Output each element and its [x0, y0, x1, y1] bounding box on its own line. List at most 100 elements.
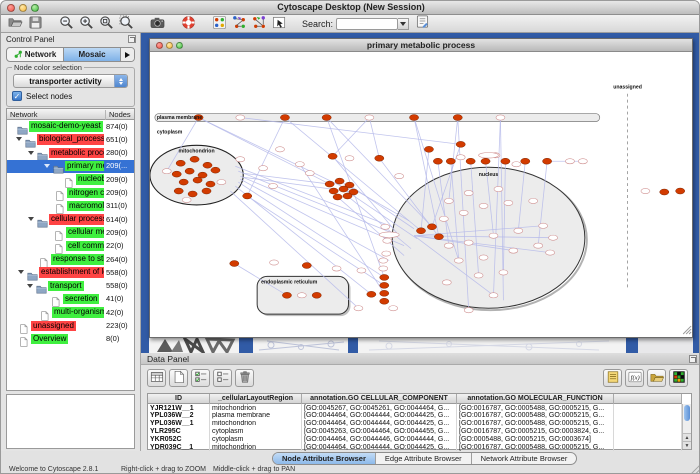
window-resize-grip[interactable] — [691, 465, 700, 474]
snapshot-camera-icon — [150, 15, 165, 33]
tab-edge-attribute-browser[interactable]: Edge Attribute Browser — [376, 453, 472, 464]
tab-node-attribute-browser[interactable]: Node Attribute Browser — [273, 453, 376, 464]
tree-expand-arrow-icon[interactable] — [18, 270, 24, 274]
tree-row-cellular-process[interactable]: cellular process614(0) — [7, 213, 134, 226]
tree-row-cellular-metabo[interactable]: cellular metabo209(0) — [7, 226, 134, 239]
tree-row-mosaic-demo-yeast[interactable]: mosaic-demo-yeast874(0) — [7, 120, 134, 133]
unselect-attributes-button[interactable] — [213, 369, 232, 387]
new-attribute-button[interactable] — [169, 369, 188, 387]
tree-row-metabolic-process[interactable]: metabolic process280(0) — [7, 147, 134, 160]
tree-expand-arrow-icon[interactable] — [28, 217, 34, 221]
import-attributes-button[interactable] — [647, 369, 666, 387]
tree-row-biological-process[interactable]: biological_process651(0) — [7, 133, 134, 146]
tree-expand-arrow-icon[interactable] — [28, 151, 34, 155]
tree-expand-arrow-icon[interactable] — [44, 164, 50, 168]
compartment-plasma-membrane — [155, 114, 600, 122]
tree-row-macromolecule[interactable]: macromolecule311(0) — [7, 200, 134, 213]
attribute-list-button[interactable] — [603, 369, 622, 387]
tree-row-nitrogen-compo[interactable]: nitrogen compo209(0) — [7, 187, 134, 200]
network-node-unselected — [565, 159, 574, 164]
tab-scroll-right-button[interactable] — [121, 48, 134, 61]
birdseye-view-panel[interactable] — [6, 394, 135, 449]
table-row[interactable]: YLR295Ccytoplasm[GO:0045263, GO:0044464,… — [148, 427, 682, 435]
node-color-dropdown[interactable]: transporter activity — [13, 74, 128, 88]
table-row[interactable]: YPL036W__2plasma membrane[GO:0044464, GO… — [148, 412, 682, 420]
table-cell: [GO:0044464, GO:0044444, GO:0044425, G..… — [302, 412, 457, 420]
search-config-button[interactable] — [413, 16, 431, 32]
layout-two-button[interactable] — [250, 16, 268, 32]
search-input[interactable] — [336, 18, 398, 30]
table-row[interactable]: YPL036W__1mitochondrion[GO:0044464, GO:0… — [148, 420, 682, 428]
network-tree: mosaic-demo-yeast874(0)biological_proces… — [6, 120, 135, 391]
tree-row-transport[interactable]: transport558(0) — [7, 280, 134, 293]
scrollbar-thumb[interactable] — [684, 405, 690, 421]
select-mode-button[interactable] — [270, 16, 288, 32]
float-data-panel-icon[interactable] — [689, 355, 697, 363]
window-title: Cytoscape Desktop (New Session) — [1, 2, 700, 12]
network-node-unselected — [489, 233, 498, 238]
zoom-in-button[interactable] — [77, 16, 95, 32]
open-network-button[interactable] — [6, 16, 24, 32]
table-row[interactable]: YDR039C__1mitochondrion[GO:0044464, GO:0… — [148, 443, 682, 451]
tab-network[interactable]: Network — [7, 48, 64, 61]
column-header--cellularlayoutregion[interactable]: _cellularLayoutRegion — [210, 394, 302, 404]
table-row[interactable]: YJR121W__1mitochondrion[GO:0045267, GO:0… — [148, 404, 682, 412]
network-node-unselected — [297, 293, 306, 298]
network-node-unselected — [479, 255, 488, 260]
tab-mosaic[interactable]: Mosaic — [64, 48, 121, 61]
table-cell: [GO:0016787, GO:0005488, GO:0005215, G..… — [457, 412, 614, 420]
zoom-selected-button[interactable] — [117, 16, 135, 32]
network-node-selected — [427, 224, 436, 230]
table-scrollbar[interactable]: ▲ ▼ — [682, 404, 691, 449]
tree-row-unassigned[interactable]: unassigned223(0) — [7, 320, 134, 333]
tree-row-primary-metabo[interactable]: primary metabo209(... — [7, 160, 134, 173]
tree-row-label: secretion — [63, 294, 99, 305]
matrix-view-button[interactable] — [669, 369, 688, 387]
snapshot-camera-button[interactable] — [148, 16, 166, 32]
layout-one-button[interactable] — [230, 16, 248, 32]
function-builder-button[interactable]: f(x) — [625, 369, 644, 387]
cell-id: YJR121W__1 — [148, 404, 210, 412]
tree-row-secretion[interactable]: secretion41(0) — [7, 293, 134, 306]
tree-row-cell-communica[interactable]: cell communica22(0) — [7, 240, 134, 253]
tree-row-label: metabolic process — [49, 148, 104, 159]
scroll-up-button[interactable]: ▲ — [683, 433, 691, 441]
delete-attribute-button[interactable] — [235, 369, 254, 387]
status-hint-zoom: Right-click + drag to ZOOM — [121, 466, 206, 473]
zoom-out-button[interactable] — [57, 16, 75, 32]
table-cell — [614, 412, 682, 420]
tree-row-response-to-stimul[interactable]: response to stimul264(0) — [7, 253, 134, 266]
help-lifesaver-button[interactable] — [179, 16, 197, 32]
background-window-fragments — [149, 338, 693, 353]
zoom-fit-button[interactable] — [97, 16, 115, 32]
tree-row-multi-organism-pro[interactable]: multi-organism pro42(0) — [7, 306, 134, 319]
tree-expand-arrow-icon[interactable] — [16, 137, 22, 141]
data-panel: Data Panel f(x) ▲ ▼ ID_cellularLayoutReg… — [141, 353, 700, 451]
tree-row-nucleobase-[interactable]: nucleobase-209(0) — [7, 173, 134, 186]
annotation-palette-button[interactable] — [210, 16, 228, 32]
matrix-view-icon — [672, 370, 686, 387]
tab-network-attribute-browser[interactable]: Network Attribute Browser — [472, 453, 577, 464]
cell-id: YPL036W__2 — [148, 412, 210, 420]
search-dropdown-button[interactable] — [398, 18, 409, 30]
tree-row-overview[interactable]: Overview8(0) — [7, 333, 134, 346]
network-node-unselected — [270, 260, 279, 265]
network-node-selected — [333, 194, 342, 200]
tree-expand-arrow-icon[interactable] — [27, 284, 33, 288]
attribute-table-button[interactable] — [147, 369, 166, 387]
column-header-annotation-go-molecular-function[interactable]: annotation.GO MOLECULAR_FUNCTION — [457, 394, 614, 404]
float-panel-icon[interactable] — [128, 35, 136, 43]
select-nodes-checkbox[interactable]: ✓ — [12, 91, 22, 101]
column-header-id[interactable]: ID — [148, 394, 210, 404]
table-row[interactable]: YKR052Ccytoplasm[GO:0044464, GO:0044446,… — [148, 435, 682, 443]
network-canvas[interactable]: plasma membranecytoplasmmitochondrionnuc… — [150, 52, 692, 337]
select-attributes-button[interactable] — [191, 369, 210, 387]
column-header-annotation-go-cellular-component[interactable]: annotation.GO CELLULAR_COMPONENT — [302, 394, 457, 404]
save-session-button[interactable] — [26, 16, 44, 32]
network-node-selected — [380, 282, 389, 288]
network-node-selected — [322, 115, 331, 121]
tree-row-establishment-of-lo[interactable]: establishment of lo558(0) — [7, 266, 134, 279]
scroll-down-button[interactable]: ▼ — [683, 441, 691, 449]
toolbar-icon-groups — [5, 16, 300, 32]
toolbar-group — [209, 16, 289, 32]
